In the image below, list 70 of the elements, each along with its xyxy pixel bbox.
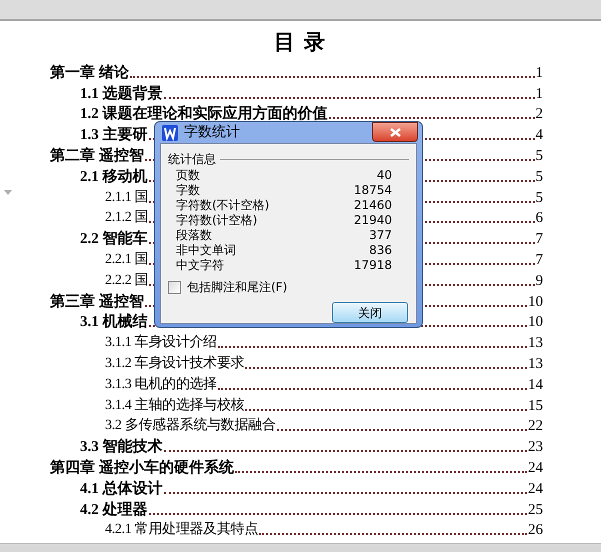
- toc-entry[interactable]: 第二章 遥控智: [50, 146, 144, 165]
- page-number: 22: [528, 417, 543, 436]
- toc-entry[interactable]: 3.1.4 主轴的选择与校核: [105, 396, 244, 415]
- stat-label: 字数: [176, 183, 200, 198]
- stat-value: 40: [376, 168, 392, 183]
- stat-value: 21460: [354, 198, 392, 213]
- page-number: 14: [528, 376, 543, 394]
- close-button[interactable]: [372, 122, 418, 142]
- toc-entry[interactable]: 3.1.3 电机的的选择: [105, 376, 217, 394]
- collapse-icon[interactable]: [4, 190, 12, 195]
- page-number: 24: [528, 458, 543, 477]
- stat-label: 非中文单词: [176, 243, 236, 258]
- toc-entry[interactable]: 第四章 遥控小车的硬件系统: [50, 458, 234, 477]
- page-number: 23: [528, 438, 543, 456]
- toc-entry[interactable]: 第三章 遥控智: [50, 292, 144, 311]
- toc-entry[interactable]: 1.2 课题在理论和实际应用方面的价值: [80, 105, 328, 124]
- toc-entry[interactable]: 3.1.2 车身设计技术要求: [105, 354, 244, 373]
- page-number: 7: [536, 230, 543, 248]
- stat-label: 段落数: [176, 228, 212, 243]
- page-number: 5: [536, 188, 543, 207]
- close-dialog-button[interactable]: 关闭: [332, 302, 408, 323]
- stat-label: 中文字符: [176, 258, 224, 273]
- toc-entry[interactable]: 4.1 总体设计: [80, 480, 162, 498]
- checkbox-label: 包括脚注和尾注(F): [187, 279, 288, 296]
- page-number: 2: [536, 105, 543, 124]
- group-label: 统计信息: [168, 151, 216, 168]
- page-number: 9: [536, 272, 543, 290]
- toc-entry[interactable]: 2.2 智能车: [80, 230, 148, 248]
- page-number: 26: [528, 521, 543, 540]
- dialog-title: 字数统计: [184, 123, 240, 142]
- page-number: 10: [528, 313, 543, 332]
- page-number: 25: [528, 500, 543, 519]
- toc-entry[interactable]: 2.1.1 国: [105, 188, 148, 207]
- stat-value: 17918: [354, 258, 392, 273]
- toc-entry[interactable]: 2.2.2 国: [105, 272, 148, 290]
- page-number: 4: [536, 126, 543, 144]
- app-logo-icon: [162, 124, 178, 140]
- toc-entry[interactable]: 3.2 多传感器系统与数据融合: [105, 417, 276, 436]
- stat-value: 836: [369, 243, 392, 258]
- page-number: 24: [528, 480, 543, 498]
- close-icon: [390, 128, 400, 136]
- stat-label: 页数: [176, 168, 200, 183]
- page-number: 15: [528, 396, 543, 415]
- page-number: 5: [536, 168, 543, 186]
- toc-entry[interactable]: 3.3 智能技术: [80, 438, 162, 456]
- page-number: 1: [536, 84, 543, 103]
- toc-entry[interactable]: 2.2.1 国: [105, 250, 148, 269]
- toc-entry[interactable]: 4.2.1 常用处理器及其特点: [105, 521, 258, 540]
- stat-value: 18754: [354, 183, 392, 198]
- toc-entry[interactable]: 第一章 绪论: [50, 64, 129, 82]
- page-number: 5: [536, 146, 543, 165]
- page-number: 10: [528, 292, 543, 311]
- toc-entry[interactable]: 3.1 机械结: [80, 313, 148, 332]
- checkbox[interactable]: [168, 280, 181, 294]
- page-number: 6: [536, 209, 543, 228]
- page-number: 13: [528, 334, 543, 352]
- document-title: 目 录: [274, 29, 328, 56]
- stat-value: 21940: [354, 213, 392, 228]
- toc-entry[interactable]: 1.1 选题背景: [80, 84, 162, 103]
- toc-entry[interactable]: 3.1.1 车身设计介绍: [105, 334, 217, 352]
- toc-entry[interactable]: 4.2 处理器: [80, 500, 148, 519]
- page-number: 1: [536, 64, 543, 82]
- page-number: 13: [528, 354, 543, 373]
- toc-entry[interactable]: 2.1.2 国: [105, 209, 148, 228]
- toc-entry[interactable]: 1.3 主要研: [80, 126, 148, 144]
- stat-value: 377: [369, 228, 392, 243]
- page-number: 7: [536, 250, 543, 269]
- toc-entry[interactable]: 2.1 移动机: [80, 168, 148, 186]
- stat-label: 字符数(计空格): [176, 213, 258, 228]
- stat-label: 字符数(不计空格): [176, 198, 270, 213]
